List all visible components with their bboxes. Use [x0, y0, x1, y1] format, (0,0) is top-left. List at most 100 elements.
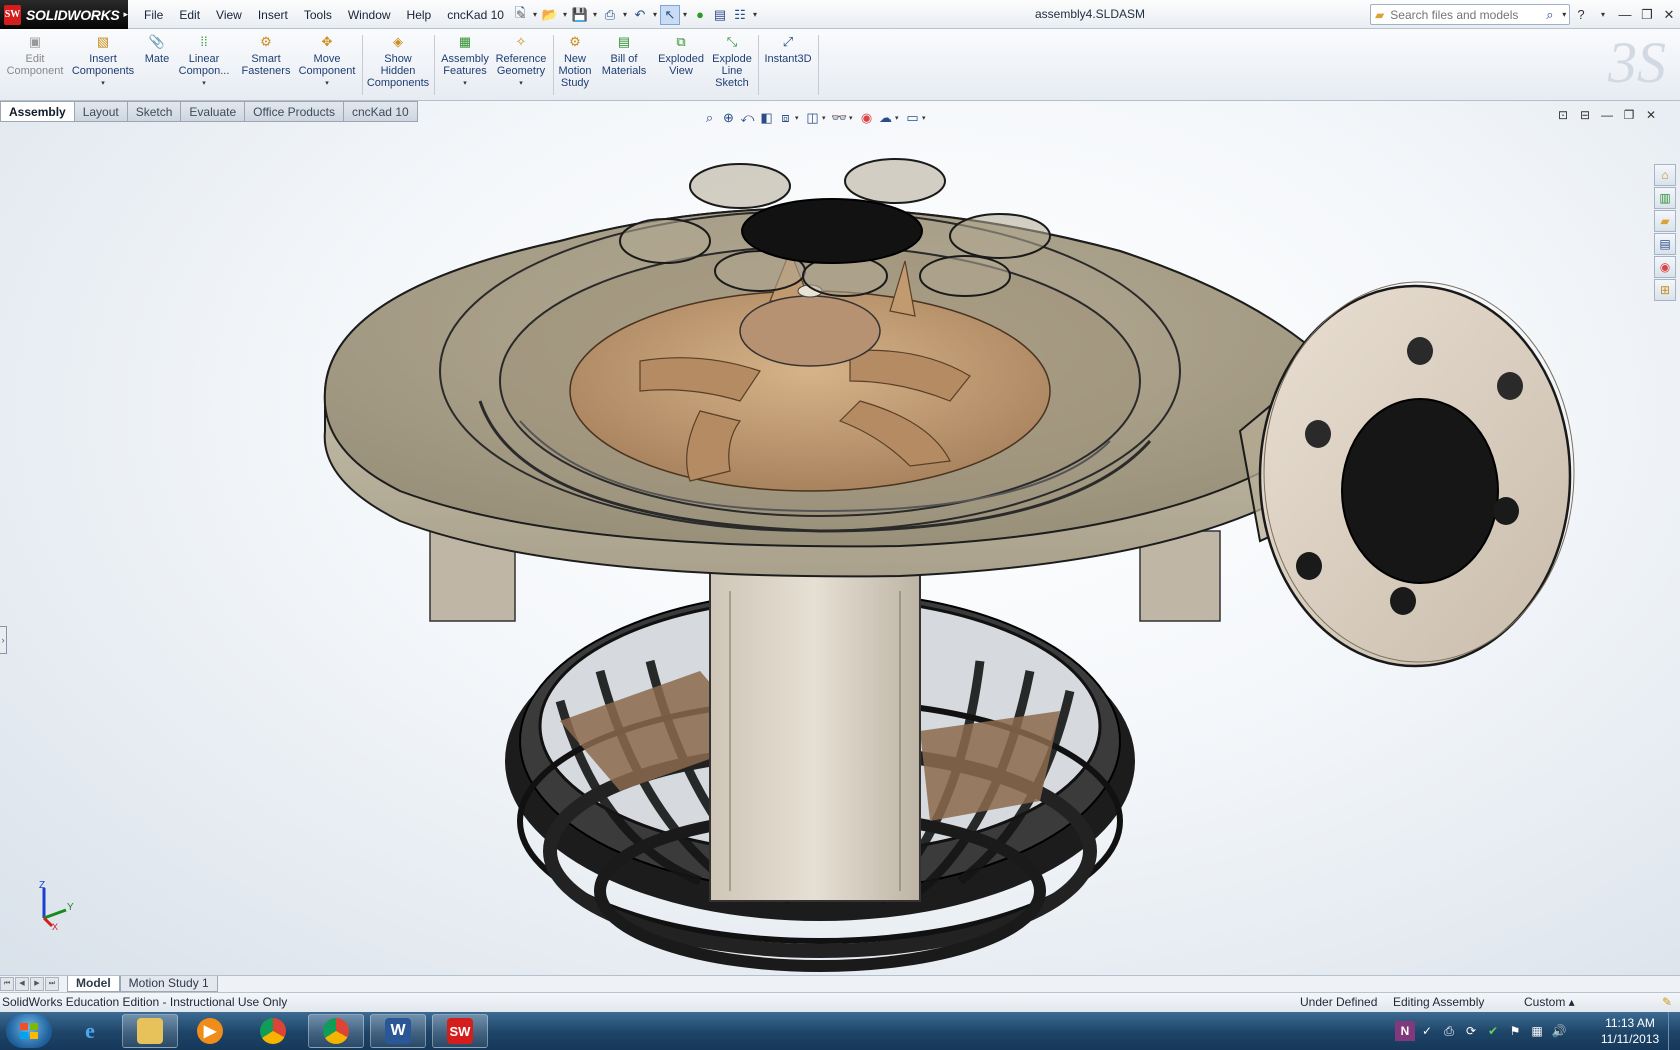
- hide-show-items-icon[interactable]: 👓: [830, 109, 849, 128]
- chevron-down-icon[interactable]: ▾: [463, 78, 467, 90]
- taskbar-media-player[interactable]: ▶: [182, 1014, 238, 1048]
- search-dropdown-icon[interactable]: ▾: [1559, 10, 1569, 19]
- taskbar-solidworks[interactable]: SW: [432, 1014, 488, 1048]
- expand-viewport-icon[interactable]: ⊡: [1552, 108, 1574, 122]
- volume-icon[interactable]: 🔊: [1549, 1021, 1569, 1041]
- new-motion-study-button[interactable]: ⚙ New Motion Study: [556, 33, 594, 89]
- chevron-down-icon[interactable]: ▾: [795, 114, 803, 122]
- taskbar-chrome-1[interactable]: [245, 1014, 301, 1048]
- rebuild-traffic-light-icon[interactable]: ●: [690, 5, 710, 25]
- chevron-down-icon[interactable]: ▾: [101, 78, 105, 90]
- apply-scene-icon[interactable]: ☁: [876, 109, 895, 128]
- undo-icon[interactable]: ↶: [630, 5, 650, 25]
- feature-manager-expand-handle[interactable]: ›: [0, 626, 7, 654]
- home-icon[interactable]: ⌂: [1654, 164, 1676, 186]
- taskbar-internet-explorer[interactable]: e: [62, 1014, 118, 1048]
- smart-fasteners-button[interactable]: ⚙ Smart Fasteners: [238, 33, 294, 77]
- tab-office-products[interactable]: Office Products: [245, 101, 344, 122]
- restore-icon[interactable]: ❐: [1636, 7, 1658, 23]
- chevron-down-icon[interactable]: ▾: [202, 78, 206, 90]
- view-orientation-icon[interactable]: ⧈: [776, 109, 795, 128]
- search-input[interactable]: [1390, 5, 1541, 24]
- taskbar-chrome-2[interactable]: [308, 1014, 364, 1048]
- zoom-to-area-icon[interactable]: ⊕: [719, 109, 738, 128]
- chevron-down-icon[interactable]: ▾: [895, 114, 903, 122]
- tab-layout[interactable]: Layout: [74, 101, 128, 122]
- printer-tray-icon[interactable]: ⎙: [1439, 1021, 1459, 1041]
- menu-view[interactable]: View: [208, 8, 250, 22]
- minimize-icon[interactable]: —: [1614, 7, 1636, 22]
- taskbar-clock[interactable]: 11:13 AM 11/11/2013: [1590, 1015, 1670, 1047]
- zoom-to-fit-icon[interactable]: ⌕: [700, 109, 719, 128]
- exploded-view-button[interactable]: ⧉ Exploded View: [654, 33, 708, 77]
- search-box[interactable]: ▰ ⌕ ▾: [1370, 4, 1570, 25]
- section-view-icon[interactable]: ◧: [757, 109, 776, 128]
- edit-component-button[interactable]: ▣ Edit Component: [6, 33, 64, 77]
- new-document-icon[interactable]: 🗋: [510, 5, 530, 25]
- chevron-down-icon[interactable]: ▾: [519, 78, 523, 90]
- appearances-icon[interactable]: ◉: [1654, 256, 1676, 278]
- update-tray-icon[interactable]: ⟳: [1461, 1021, 1481, 1041]
- next-tab-icon[interactable]: ▶: [30, 977, 44, 991]
- undo-dropdown-icon[interactable]: ▾: [650, 10, 660, 19]
- doc-minimize-icon[interactable]: —: [1596, 108, 1618, 122]
- start-button[interactable]: [6, 1014, 52, 1048]
- print-icon[interactable]: ⎙: [600, 5, 620, 25]
- onenote-icon[interactable]: N: [1395, 1021, 1415, 1041]
- action-center-icon[interactable]: ⚑: [1505, 1021, 1525, 1041]
- help-icon[interactable]: ?: [1570, 7, 1592, 22]
- chevron-down-icon[interactable]: ▾: [922, 114, 930, 122]
- previous-view-icon[interactable]: ⤺: [738, 109, 757, 128]
- custom-properties-icon[interactable]: ⊞: [1654, 279, 1676, 301]
- solidworks-logo-menu[interactable]: SW SOLIDWORKS ▸: [0, 0, 128, 29]
- display-style-icon[interactable]: ◫: [803, 109, 822, 128]
- design-library-icon[interactable]: ▥: [1654, 187, 1676, 209]
- split-viewport-icon[interactable]: ⊟: [1574, 108, 1596, 122]
- first-tab-icon[interactable]: ⏮: [0, 977, 14, 991]
- open-folder-icon[interactable]: 📂: [540, 5, 560, 25]
- file-properties-icon[interactable]: ▤: [710, 5, 730, 25]
- tab-motion-study-1[interactable]: Motion Study 1: [119, 976, 218, 992]
- mate-button[interactable]: 📎 Mate: [140, 33, 174, 65]
- doc-restore-icon[interactable]: ❐: [1618, 108, 1640, 122]
- chevron-down-icon[interactable]: ▾: [849, 114, 857, 122]
- save-dropdown-icon[interactable]: ▾: [590, 10, 600, 19]
- close-icon[interactable]: ✕: [1658, 7, 1680, 23]
- help-dropdown-icon[interactable]: ▾: [1592, 10, 1614, 19]
- menu-cnckad[interactable]: cncKad 10: [439, 8, 512, 22]
- linear-pattern-button[interactable]: ⁞⁞ Linear Compon... ▾: [175, 33, 233, 90]
- file-explorer-icon[interactable]: ▰: [1654, 210, 1676, 232]
- move-component-button[interactable]: ✥ Move Component ▾: [296, 33, 358, 90]
- save-icon[interactable]: 💾: [570, 5, 590, 25]
- units-selector[interactable]: Custom ▴: [1524, 993, 1575, 1012]
- tab-model[interactable]: Model: [67, 976, 120, 992]
- rebuild-status-icon[interactable]: ✎: [1662, 993, 1672, 1012]
- menu-edit[interactable]: Edit: [171, 8, 208, 22]
- menu-insert[interactable]: Insert: [250, 8, 296, 22]
- tab-cnckad[interactable]: cncKad 10: [343, 101, 418, 122]
- menu-tools[interactable]: Tools: [296, 8, 340, 22]
- chevron-down-icon[interactable]: ▾: [325, 78, 329, 90]
- reference-geometry-button[interactable]: ✧ Reference Geometry ▾: [493, 33, 549, 90]
- graphics-area[interactable]: ›: [0, 101, 1680, 975]
- menu-help[interactable]: Help: [399, 8, 440, 22]
- select-arrow-icon[interactable]: ↖: [660, 4, 680, 25]
- search-icon[interactable]: ⌕: [1540, 7, 1559, 23]
- prev-tab-icon[interactable]: ◀: [15, 977, 29, 991]
- tab-evaluate[interactable]: Evaluate: [181, 101, 246, 122]
- view-settings-icon[interactable]: ▭: [903, 109, 922, 128]
- antivirus-tray-icon[interactable]: ✔: [1483, 1021, 1503, 1041]
- options-icon[interactable]: ☷: [730, 5, 750, 25]
- print-dropdown-icon[interactable]: ▾: [620, 10, 630, 19]
- show-desktop-button[interactable]: [1668, 1012, 1680, 1050]
- menu-file[interactable]: File: [136, 8, 171, 22]
- options-dropdown-icon[interactable]: ▾: [750, 10, 760, 19]
- taskbar-word[interactable]: W: [370, 1014, 426, 1048]
- insert-components-button[interactable]: ▧ Insert Components ▾: [68, 33, 138, 90]
- view-palette-icon[interactable]: ▤: [1654, 233, 1676, 255]
- chevron-down-icon[interactable]: ▾: [822, 114, 830, 122]
- last-tab-icon[interactable]: ⏭: [45, 977, 59, 991]
- taskbar-file-explorer[interactable]: [122, 1014, 178, 1048]
- explode-line-sketch-button[interactable]: ⤡ Explode Line Sketch: [710, 33, 754, 89]
- instant3d-button[interactable]: ⤢ Instant3D: [762, 33, 814, 65]
